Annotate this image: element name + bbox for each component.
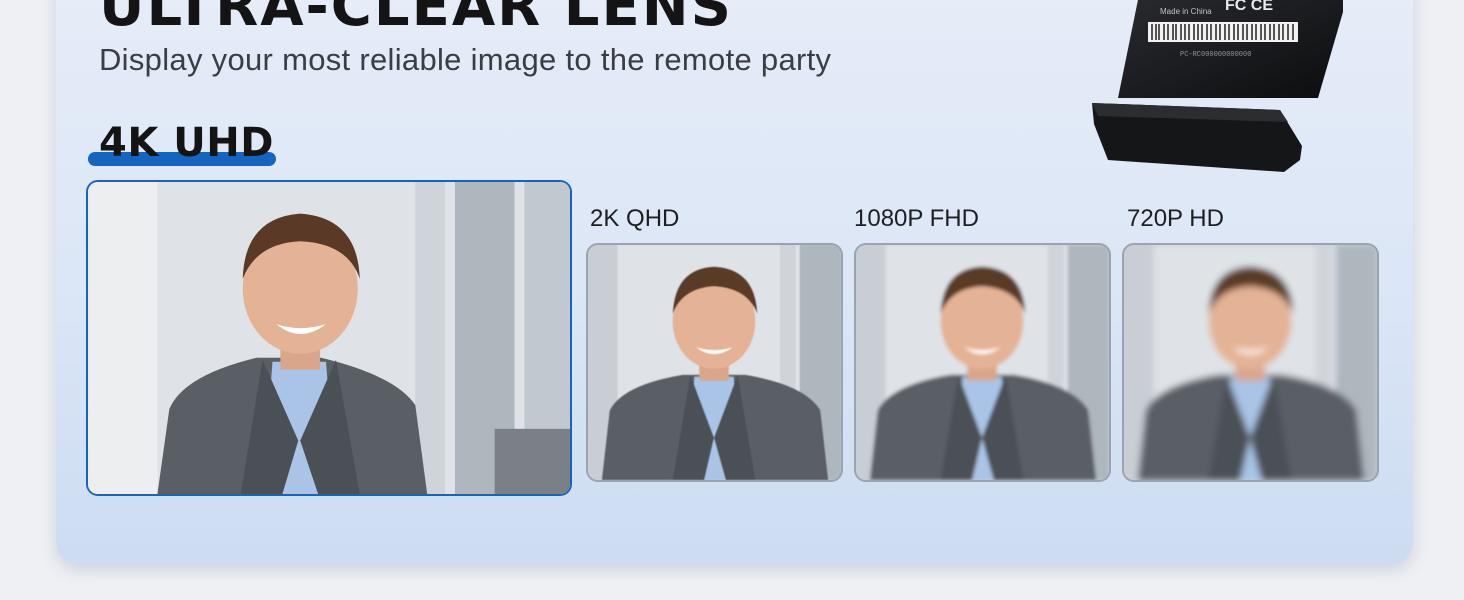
photo-4k-uhd: [86, 180, 572, 496]
label-2k-qhd: 2K QHD: [590, 205, 680, 232]
photo-1080p-fhd: [854, 243, 1111, 482]
photo-2k-qhd: [586, 243, 843, 482]
headline: ULTRA-CLEAR LENS: [99, 0, 733, 39]
person-figure: [1124, 245, 1377, 480]
cert-mark: FC CE: [1225, 0, 1273, 14]
photo-720p-hd: [1122, 243, 1379, 482]
label-720p-hd: 720P HD: [1127, 205, 1224, 232]
serial-text: PC-RC000000000000: [1180, 51, 1251, 59]
subtitle: Display your most reliable image to the …: [99, 42, 832, 77]
webcam-device-image: Made in China FC CE PC-RC000000000000: [1088, 0, 1348, 180]
barcode: [1148, 22, 1298, 42]
person-figure: [856, 245, 1109, 480]
label-1080p-fhd: 1080P FHD: [854, 205, 979, 232]
person-figure: [588, 245, 841, 480]
badge-label: 4K UHD: [99, 120, 274, 166]
made-in-text: Made in China: [1160, 7, 1212, 16]
